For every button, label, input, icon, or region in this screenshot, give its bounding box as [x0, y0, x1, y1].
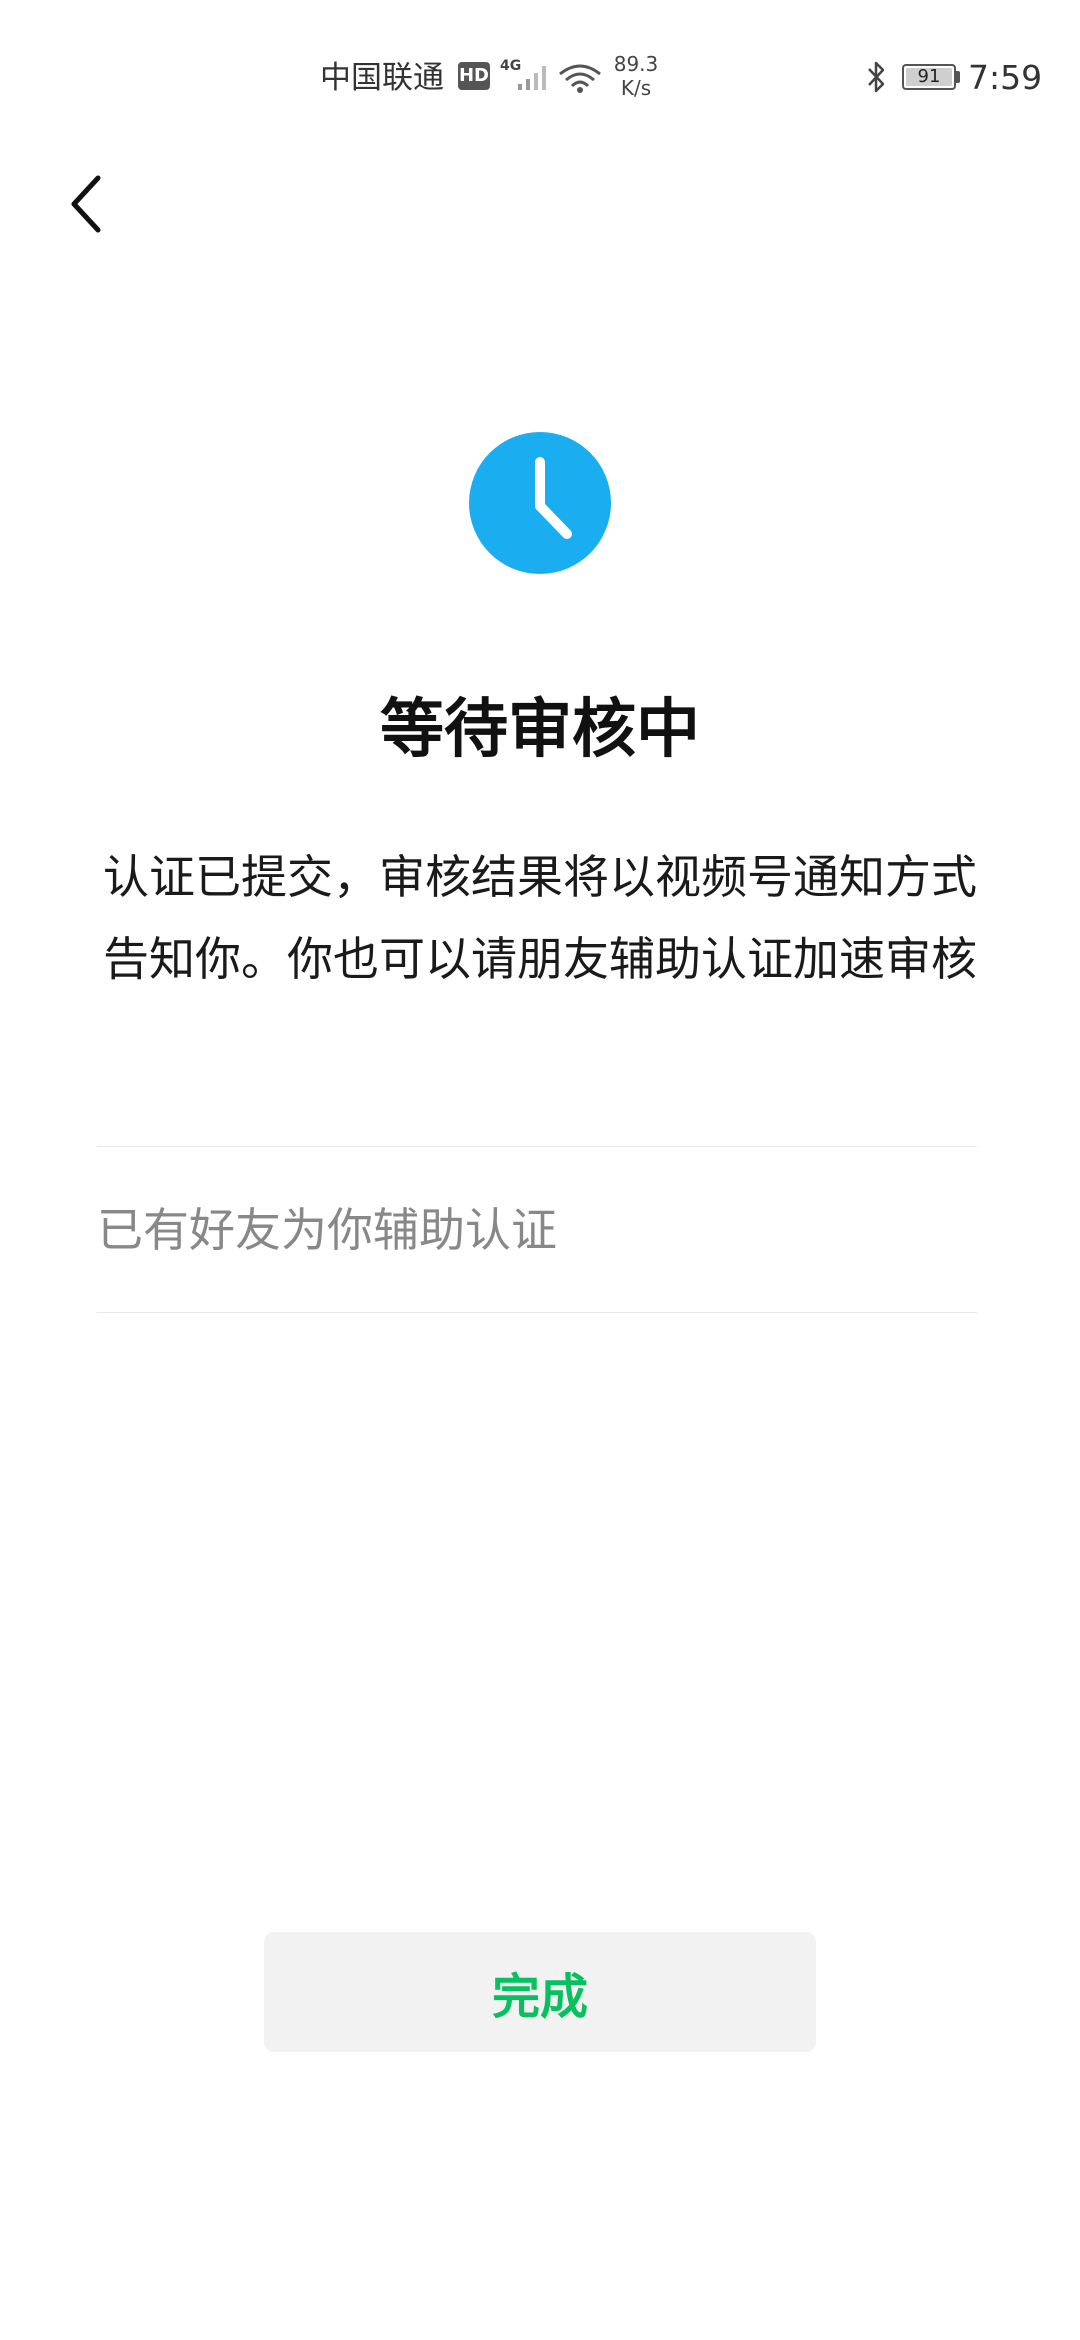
speed-value: 89.3: [613, 52, 659, 76]
battery-indicator: 91: [902, 64, 956, 90]
bluetooth-icon: [868, 61, 885, 93]
carrier-name: 中国联通: [320, 60, 444, 96]
status-time: 7:59: [968, 58, 1043, 97]
signal-icon: [518, 66, 546, 90]
clock-icon: [469, 432, 611, 574]
friend-assist-label: 已有好友为你辅助认证: [97, 1202, 557, 1257]
network-speed: 89.3 K/s: [606, 52, 666, 100]
wifi-icon: [559, 64, 601, 93]
divider-bottom: [97, 1312, 977, 1313]
done-button[interactable]: 完成: [264, 1932, 816, 2052]
status-description: 认证已提交，审核结果将以视频号通知方式告知你。你也可以请朋友辅助认证加速审核: [103, 850, 977, 986]
done-button-label: 完成: [491, 1969, 588, 2025]
back-button[interactable]: [60, 168, 116, 240]
battery-nub: [956, 71, 960, 83]
friend-assist-row: 已有好友为你辅助认证: [97, 1147, 977, 1312]
battery-level: 91: [917, 66, 941, 87]
chevron-left-icon: [71, 175, 101, 233]
hd-badge: HD: [458, 62, 490, 90]
page-title: 等待审核中: [380, 693, 700, 767]
speed-unit: K/s: [620, 76, 652, 100]
status-bar: 中国联通 HD 4G 89.3 K/s 91 7:59: [0, 0, 1080, 150]
